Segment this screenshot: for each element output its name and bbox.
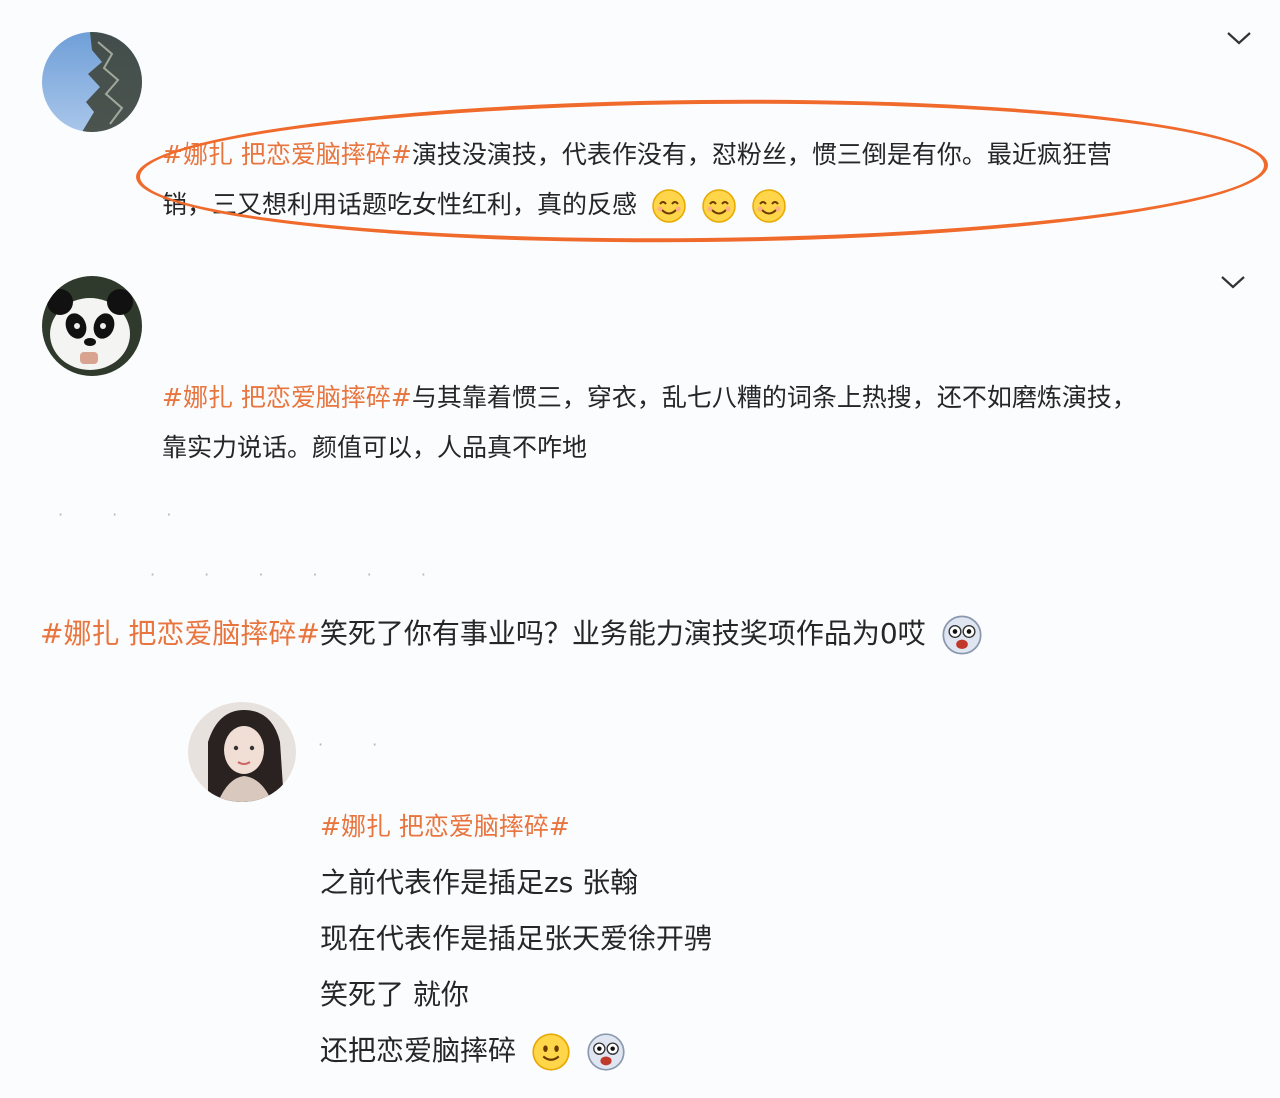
- chevron-down-icon[interactable]: [1226, 30, 1252, 46]
- comment-body: 笑死了你有事业吗？业务能力演技奖项作品为0哎: [319, 617, 926, 650]
- avatar-panda-image: [42, 276, 142, 376]
- comment-body: 笑死了 就你: [320, 978, 469, 1011]
- shocked-emoji-icon: [587, 1033, 625, 1071]
- comment-body: 之前代表作是插足zs 张翰: [320, 866, 639, 899]
- faint-dots: · · ·: [58, 505, 194, 524]
- hashtag-link[interactable]: #娜扎 把恋爱脑摔碎#: [162, 383, 412, 412]
- hashtag-link[interactable]: #娜扎 把恋爱脑摔碎#: [40, 617, 320, 650]
- avatar[interactable]: [188, 702, 296, 802]
- comment-body: 演技没演技，代表作没有，怼粉丝，惯三倒是有你。最近疯狂营: [411, 140, 1112, 169]
- avatar[interactable]: [42, 276, 142, 376]
- smile-emoji-icon: [752, 189, 786, 223]
- faint-dots: · · · · · ·: [150, 565, 448, 584]
- faint-dots: · ·: [318, 735, 400, 754]
- comment-body: 还把恋爱脑摔碎: [320, 1034, 517, 1067]
- comment-text-line: #娜扎 把恋爱脑摔碎#演技没演技，代表作没有，怼粉丝，惯三倒是有你。最近疯狂营: [162, 138, 1112, 172]
- smile-emoji-icon: [652, 189, 686, 223]
- chevron-down-icon[interactable]: [1220, 274, 1246, 290]
- comment-body: 与其靠着惯三，穿衣，乱七八糟的词条上热搜，还不如磨炼演技，: [411, 383, 1137, 412]
- comment-text-line: 现在代表作是插足张天爱徐开骋: [320, 922, 712, 956]
- comment-text-line: 之前代表作是插足zs 张翰: [320, 866, 638, 900]
- comment-text-line: #娜扎 把恋爱脑摔碎#: [320, 810, 570, 844]
- comment-text-line: #娜扎 把恋爱脑摔碎#与其靠着惯三，穿衣，乱七八糟的词条上热搜，还不如磨炼演技，: [162, 381, 1137, 415]
- hashtag-link[interactable]: #娜扎 把恋爱脑摔碎#: [320, 812, 570, 841]
- comment-text-line: 还把恋爱脑摔碎: [320, 1032, 626, 1072]
- comment-text-line: 笑死了 就你: [320, 978, 469, 1012]
- comment-text-line: #娜扎 把恋爱脑摔碎#笑死了你有事业吗？业务能力演技奖项作品为0哎: [40, 614, 983, 656]
- smile-emoji-icon: [532, 1033, 570, 1071]
- avatar-girl-photo: [188, 702, 296, 802]
- comment-body: 靠实力说话。颜值可以，人品真不咋地: [162, 433, 588, 462]
- avatar[interactable]: [42, 32, 142, 132]
- hashtag-link[interactable]: #娜扎 把恋爱脑摔碎#: [162, 140, 412, 169]
- comment-body: 现在代表作是插足张天爱徐开骋: [320, 922, 713, 955]
- comment-text-line: 靠实力说话。颜值可以，人品真不咋地: [162, 431, 587, 465]
- comment-text-line: 销，三又想利用话题吃女性红利，真的反感: [162, 188, 787, 224]
- shocked-emoji-icon: [942, 615, 982, 655]
- comment-body: 销，三又想利用话题吃女性红利，真的反感: [162, 190, 638, 219]
- avatar-tree-sky-image: [42, 32, 142, 132]
- smile-emoji-icon: [702, 189, 736, 223]
